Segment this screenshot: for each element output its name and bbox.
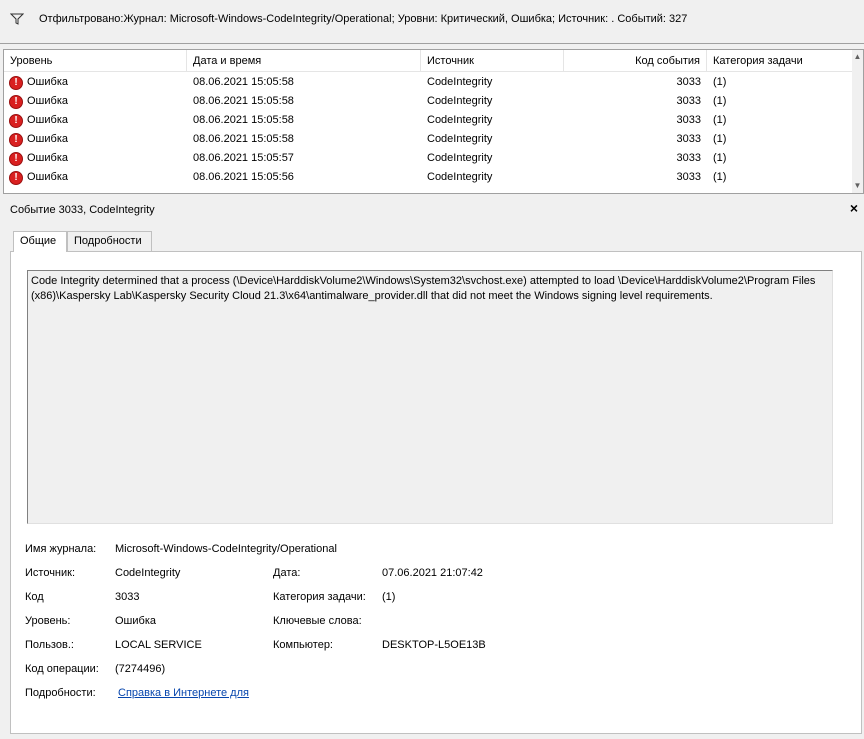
cell-level: Ошибка (27, 76, 68, 88)
cell-source: CodeIntegrity (427, 171, 493, 183)
computer-value: DESKTOP-L5OE13B (382, 639, 486, 651)
cell-event-id: 3033 (676, 95, 701, 107)
tab-general[interactable]: Общие (13, 231, 67, 252)
error-icon: ! (9, 114, 23, 128)
source-label: Источник: (25, 567, 76, 579)
user-label: Пользов.: (25, 639, 74, 651)
cell-event-id: 3033 (676, 152, 701, 164)
cell-level: Ошибка (27, 95, 68, 107)
table-row[interactable]: ! Ошибка 08.06.2021 15:05:56 CodeIntegrity 3… (4, 168, 854, 187)
error-icon: ! (9, 133, 23, 147)
cell-task-category: (1) (713, 133, 727, 145)
log-name-value: Microsoft-Windows-CodeIntegrity/Operatio… (115, 543, 337, 555)
online-help-link[interactable]: Справка в Интернете для (118, 686, 249, 700)
cell-task-category: (1) (713, 171, 727, 183)
column-header-source[interactable]: Источник (421, 50, 564, 72)
cell-datetime: 08.06.2021 15:05:58 (193, 95, 294, 107)
column-header-level[interactable]: Уровень (4, 50, 187, 72)
code-label: Код (25, 591, 44, 603)
date-label: Дата: (273, 567, 301, 579)
close-icon[interactable]: × (848, 201, 860, 215)
cell-task-category: (1) (713, 152, 727, 164)
cell-source: CodeIntegrity (427, 95, 493, 107)
event-list[interactable]: Уровень Дата и время Источник Код событи… (3, 49, 864, 194)
cell-task-category: (1) (713, 114, 727, 126)
cell-source: CodeIntegrity (427, 133, 493, 145)
scroll-down-arrow-icon[interactable]: ▼ (852, 181, 863, 191)
error-icon: ! (9, 95, 23, 109)
cell-datetime: 08.06.2021 15:05:58 (193, 133, 294, 145)
table-row[interactable]: ! Ошибка 08.06.2021 15:05:57 CodeIntegrity 3… (4, 149, 854, 168)
user-value: LOCAL SERVICE (115, 639, 202, 651)
detail-title: Событие 3033, CodeIntegrity (10, 204, 155, 216)
table-row[interactable]: ! Ошибка 08.06.2021 15:05:58 CodeIntegrity 3… (4, 92, 854, 111)
cell-datetime: 08.06.2021 15:05:58 (193, 114, 294, 126)
column-header-event-id[interactable]: Код события (564, 50, 707, 72)
log-name-label: Имя журнала: (25, 543, 97, 555)
table-row[interactable]: ! Ошибка 08.06.2021 15:05:58 CodeIntegrity 3… (4, 130, 854, 149)
error-icon: ! (9, 171, 23, 185)
cell-source: CodeIntegrity (427, 152, 493, 164)
scroll-up-arrow-icon[interactable]: ▲ (852, 52, 863, 62)
event-message[interactable]: Code Integrity determined that a process… (27, 270, 833, 524)
error-icon: ! (9, 76, 23, 90)
date-value: 07.06.2021 21:07:42 (382, 567, 483, 579)
cell-source: CodeIntegrity (427, 76, 493, 88)
cell-level: Ошибка (27, 171, 68, 183)
opcode-value: (7274496) (115, 663, 166, 675)
cell-source: CodeIntegrity (427, 114, 493, 126)
keywords-label: Ключевые слова: (273, 615, 362, 627)
code-value: 3033 (115, 591, 140, 603)
computer-label: Компьютер: (273, 639, 333, 651)
filter-summary: Отфильтровано:Журнал: Microsoft-Windows-… (39, 13, 688, 25)
task-category-label: Категория задачи: (273, 591, 366, 603)
cell-task-category: (1) (713, 76, 727, 88)
cell-task-category: (1) (713, 95, 727, 107)
funnel-icon (7, 11, 27, 27)
column-header-task-category[interactable]: Категория задачи (707, 50, 854, 72)
source-value: CodeIntegrity (115, 567, 181, 579)
general-tab-panel: Code Integrity determined that a process… (10, 251, 862, 734)
column-header-datetime[interactable]: Дата и время (187, 50, 421, 72)
cell-datetime: 08.06.2021 15:05:58 (193, 76, 294, 88)
cell-datetime: 08.06.2021 15:05:56 (193, 171, 294, 183)
cell-event-id: 3033 (676, 171, 701, 183)
event-detail-panel: Событие 3033, CodeIntegrity × Общие Подр… (0, 198, 864, 739)
cell-event-id: 3033 (676, 76, 701, 88)
cell-datetime: 08.06.2021 15:05:57 (193, 152, 294, 164)
more-info-label: Подробности: (25, 687, 96, 699)
cell-event-id: 3033 (676, 114, 701, 126)
task-category-value: (1) (382, 591, 396, 603)
cell-level: Ошибка (27, 152, 68, 164)
table-row[interactable]: ! Ошибка 08.06.2021 15:05:58 CodeIntegrity 3… (4, 73, 854, 92)
cell-event-id: 3033 (676, 133, 701, 145)
cell-level: Ошибка (27, 114, 68, 126)
filter-bar: Отфильтровано:Журнал: Microsoft-Windows-… (0, 0, 864, 44)
level-label: Уровень: (25, 615, 71, 627)
table-row[interactable]: ! Ошибка 08.06.2021 15:05:58 CodeIntegrity 3… (4, 111, 854, 130)
error-icon: ! (9, 152, 23, 166)
tab-details[interactable]: Подробности (67, 231, 152, 251)
list-header: Уровень Дата и время Источник Код событи… (4, 50, 854, 72)
cell-level: Ошибка (27, 133, 68, 145)
level-value: Ошибка (115, 615, 156, 627)
event-rows: ! Ошибка 08.06.2021 15:05:58 CodeIntegrity 3… (4, 73, 854, 187)
list-scrollbar[interactable]: ▲ ▼ (852, 50, 863, 193)
opcode-label: Код операции: (25, 663, 99, 675)
